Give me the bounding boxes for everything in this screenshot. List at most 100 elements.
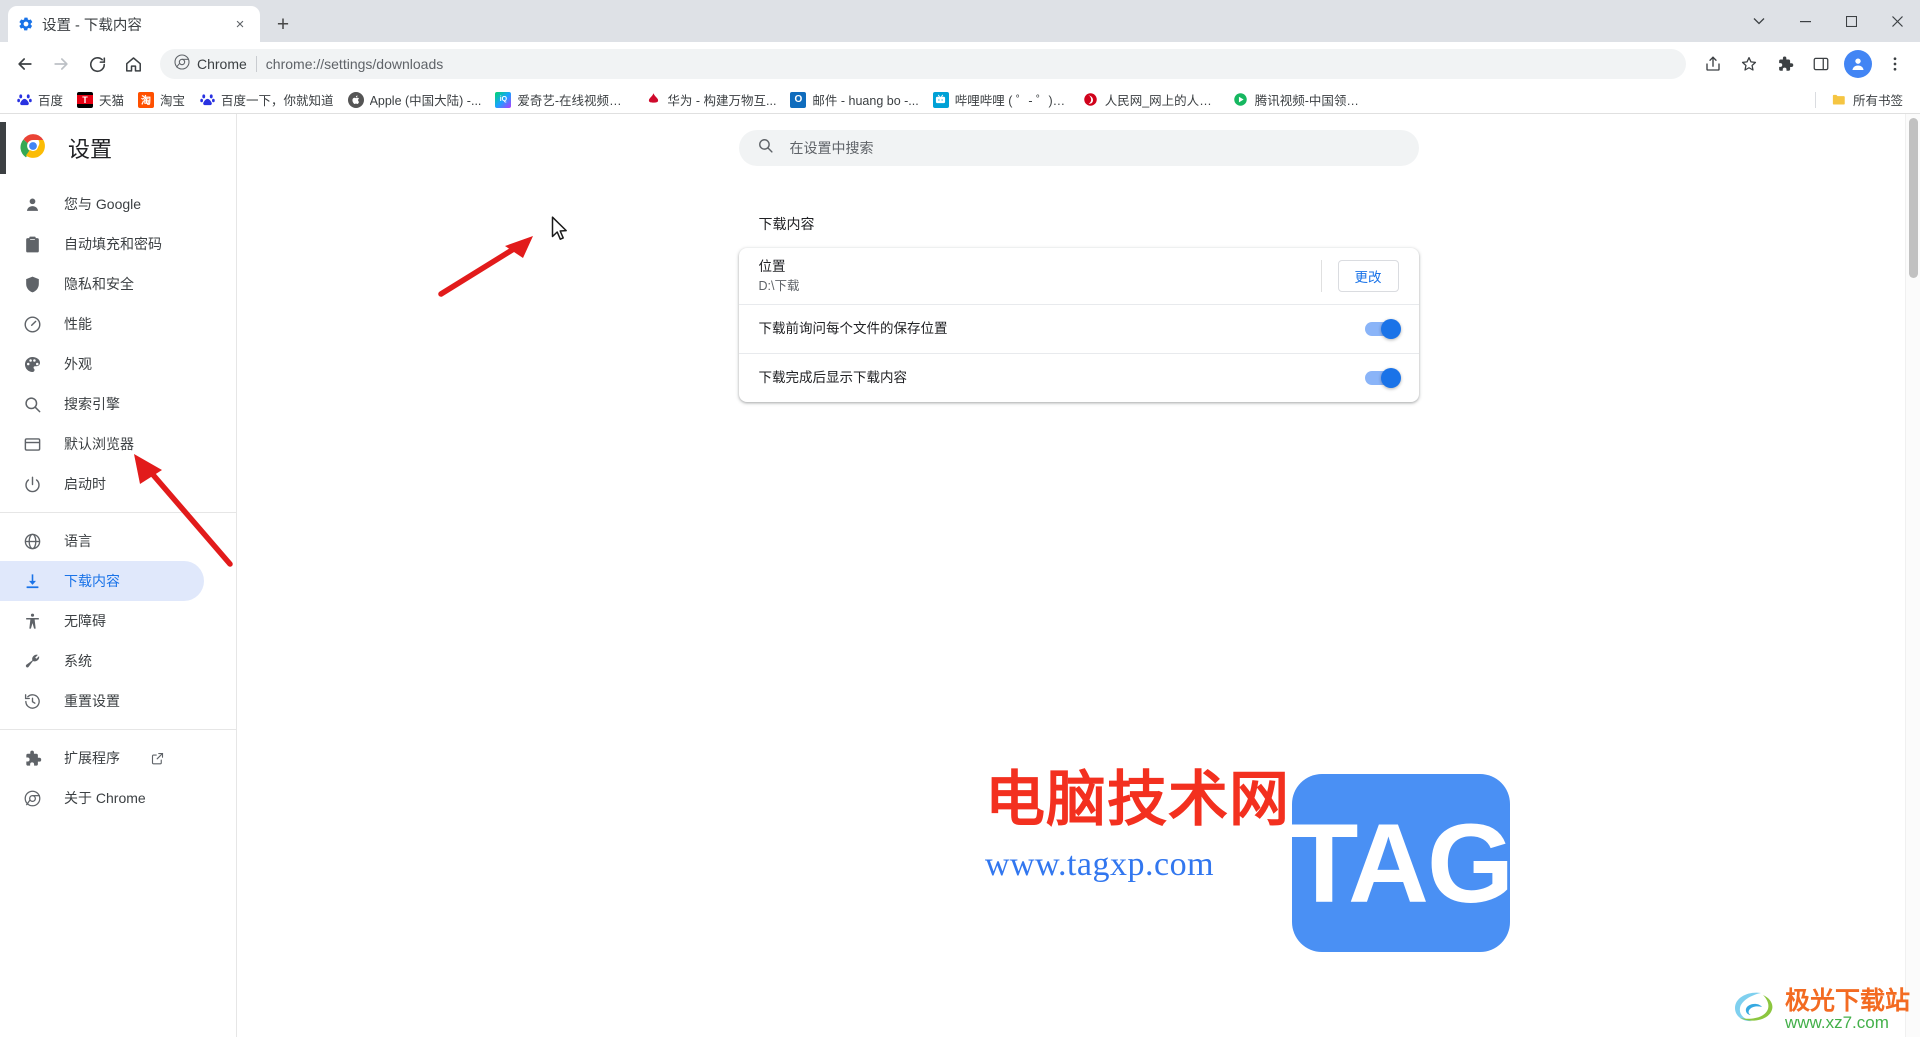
settings-sidebar: 设置 您与 Google 自动填充和密码 隐私和安全 性能 外观 搜索引擎 默认… [0,114,237,1037]
bookmark-item[interactable]: O 邮件 - huang bo -... [783,87,925,112]
sidebar-item-privacy-security[interactable]: 隐私和安全 [0,264,204,304]
history-restore-icon [22,691,42,711]
all-bookmarks-label: 所有书签 [1852,94,1903,108]
bookmark-star-icon[interactable] [1732,47,1766,81]
ask-where-to-save-toggle[interactable] [1364,319,1401,339]
palette-icon [22,354,42,374]
section-title: 下载内容 [758,216,815,232]
window-controls [1736,0,1920,42]
share-icon[interactable] [1696,47,1730,81]
sidebar-item-label: 外观 [64,356,92,372]
sidebar-item-appearance[interactable]: 外观 [0,344,204,384]
browser-tab[interactable]: 设置 - 下载内容 × [8,6,260,42]
vertical-scrollbar[interactable] [1905,114,1920,1037]
settings-main: 在设置中搜索 下载内容 位置 D:\下载 更改 下载前询问每个文件的保存位置 下… [237,114,1920,1037]
bookmark-label: 百度一下，你就知道 [221,94,334,108]
sidebar-item-about-chrome[interactable]: 关于 Chrome [0,778,204,818]
bookmark-item[interactable]: 哔哩哔哩 ( ゜- ゜)つ... [926,87,1076,112]
bookmark-item[interactable]: T 天猫 [70,87,131,112]
bookmark-item[interactable]: iQ 爱奇艺-在线视频网... [488,87,638,112]
maximize-icon[interactable] [1828,0,1874,42]
settings-brand: 设置 [0,120,236,176]
person-icon [22,194,42,214]
bookmarks-overflow: 所有书签 [1814,87,1910,112]
sidebar-group-2: 语言 下载内容 无障碍 系统 重置设置 [0,512,236,729]
all-bookmarks-button[interactable]: 所有书签 [1824,87,1910,112]
chrome-icon [22,788,42,808]
home-icon[interactable] [116,47,150,81]
sidebar-item-label: 扩展程序 [64,750,120,766]
sidebar-item-reset-settings[interactable]: 重置设置 [0,681,204,721]
back-icon[interactable] [8,47,42,81]
power-icon [22,474,42,494]
address-bar[interactable]: Chrome chrome://settings/downloads [160,49,1686,79]
bilibili-icon [932,91,949,108]
omnibox-url[interactable]: chrome://settings/downloads [266,56,443,72]
show-downloads-when-done-row: 下载完成后显示下载内容 [738,353,1419,402]
change-location-button[interactable]: 更改 [1337,260,1399,292]
close-icon[interactable]: × [230,14,250,34]
bookmark-item[interactable]: 人民网_网上的人民... [1076,87,1226,112]
tmall-icon: T [77,91,94,108]
sidebar-item-search-engine[interactable]: 搜索引擎 [0,384,204,424]
omnibox-separator [255,56,257,72]
watermark-badge: TAG [1290,774,1514,952]
watermark-corner-url: www.xz7.com [1784,1013,1889,1033]
browser-icon [22,434,42,454]
reload-icon[interactable] [80,47,114,81]
toggle-knob [1380,319,1401,339]
new-tab-button[interactable]: + [266,7,300,41]
sidebar-item-performance[interactable]: 性能 [0,304,204,344]
search-input[interactable]: 在设置中搜索 [738,130,1419,166]
ask-where-to-save-row: 下载前询问每个文件的保存位置 [738,304,1419,353]
bookmark-label: 淘宝 [160,94,186,108]
sidebar-item-languages[interactable]: 语言 [0,521,204,561]
extensions-icon[interactable] [1768,47,1802,81]
side-panel-icon[interactable] [1804,47,1838,81]
settings-page: 设置 您与 Google 自动填充和密码 隐私和安全 性能 外观 搜索引擎 默认… [0,114,1920,1037]
minimize-icon[interactable] [1782,0,1828,42]
watermark-url: www.tagxp.com [985,846,1215,883]
sidebar-item-extensions[interactable]: 扩展程序 [0,738,204,778]
tab-search-icon[interactable] [1736,0,1782,42]
accessibility-icon [22,611,42,631]
chrome-icon [174,53,190,75]
bookmark-item[interactable]: 华为 - 构建万物互... [638,87,783,112]
bookmark-item[interactable]: 腾讯视频-中国领先... [1226,87,1376,112]
sidebar-item-label: 隐私和安全 [64,276,134,292]
bookmark-item[interactable]: Apple (中国大陆) -... [341,87,489,112]
sidebar-item-downloads[interactable]: 下载内容 [0,561,204,601]
watermark-title: 电脑技术网 [985,765,1290,835]
profile-icon[interactable] [1844,50,1872,78]
sidebar-item-label: 启动时 [64,476,106,492]
page-edge-marker [0,122,6,174]
sidebar-item-accessibility[interactable]: 无障碍 [0,601,204,641]
browser-menu-icon[interactable] [1878,47,1912,81]
sidebar-item-label: 关于 Chrome [64,790,146,806]
window-close-icon[interactable] [1874,0,1920,42]
sidebar-item-on-startup[interactable]: 启动时 [0,464,204,504]
sidebar-item-default-browser[interactable]: 默认浏览器 [0,424,204,464]
sidebar-item-label: 无障碍 [64,613,106,629]
tab-title: 设置 - 下载内容 [42,17,142,34]
scrollbar-thumb[interactable] [1909,118,1918,278]
forward-icon[interactable] [44,47,78,81]
sidebar-item-you-and-google[interactable]: 您与 Google [0,184,204,224]
omnibox-chip-label: Chrome [197,56,247,72]
bookmark-item[interactable]: 百度 [9,87,70,112]
sidebar-item-autofill-passwords[interactable]: 自动填充和密码 [0,224,204,264]
bookmark-label: 邮件 - huang bo -... [812,94,919,108]
show-downloads-when-done-toggle[interactable] [1364,368,1401,388]
sidebar-item-system[interactable]: 系统 [0,641,204,681]
toolbar-right-actions [1696,47,1912,81]
sidebar-group-1: 您与 Google 自动填充和密码 隐私和安全 性能 外观 搜索引擎 默认浏览器… [0,176,236,512]
bookmarks-divider [1814,91,1816,108]
bookmark-item[interactable]: 百度一下，你就知道 [192,87,341,112]
bookmark-label: 华为 - 构建万物互... [667,94,777,108]
bookmarks-bar: 百度 T 天猫 淘 淘宝 百度一下，你就知道 Apple (中国大陆) -... [0,86,1920,114]
external-link-icon [150,751,165,766]
bookmark-item[interactable]: 淘 淘宝 [131,87,192,112]
search-icon [757,137,774,159]
search-placeholder: 在设置中搜索 [789,140,874,156]
bookmark-label: 爱奇艺-在线视频网... [517,94,632,108]
